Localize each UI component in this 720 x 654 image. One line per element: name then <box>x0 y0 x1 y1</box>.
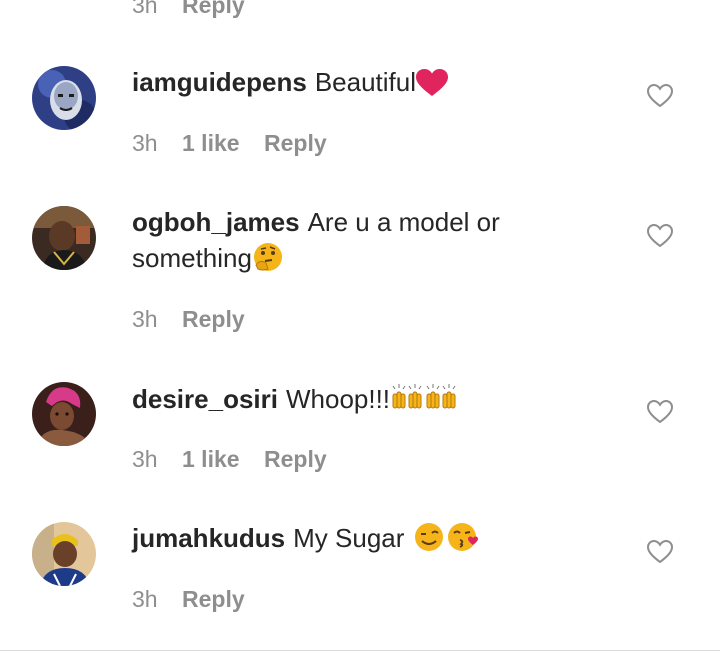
avatar[interactable] <box>32 206 96 270</box>
comment-text: jumahkudus My Sugar <box>132 520 552 562</box>
comment-body: Beautiful <box>314 67 417 97</box>
previous-comment-meta: 3h Reply <box>132 0 245 19</box>
winking-face-icon <box>412 521 446 562</box>
comment-username[interactable]: iamguidepens <box>132 67 307 97</box>
comment-body: My Sugar <box>293 523 412 553</box>
avatar[interactable] <box>32 66 96 130</box>
raising-hands-icon <box>390 380 424 423</box>
comment-text: ogboh_james Are u a model or something <box>132 204 552 282</box>
raising-hands-icon <box>424 380 458 423</box>
divider <box>0 650 720 651</box>
comment-body: Whoop!!! <box>285 384 391 414</box>
comment-username[interactable]: desire_osiri <box>132 384 278 414</box>
like-heart-icon[interactable] <box>646 83 674 108</box>
thinking-face-icon <box>252 241 284 282</box>
reply-button[interactable]: Reply <box>182 0 245 18</box>
like-heart-icon[interactable] <box>646 539 674 564</box>
comment-time: 3h <box>132 446 158 472</box>
heart-emoji-icon <box>416 69 449 106</box>
reply-button[interactable]: Reply <box>264 130 327 157</box>
like-heart-icon[interactable] <box>646 223 674 248</box>
comment-text: desire_osiri Whoop!!! <box>132 380 552 423</box>
like-count[interactable]: 1 like <box>182 130 264 157</box>
comment-text: iamguidepens Beautiful <box>132 64 552 106</box>
comment-meta: 3h 1 like Reply <box>132 446 327 473</box>
comment-username[interactable]: jumahkudus <box>132 523 285 553</box>
comment-time: 3h <box>132 130 158 156</box>
like-count[interactable]: 1 like <box>182 446 264 473</box>
comment-time: 3h <box>132 0 158 18</box>
reply-button[interactable]: Reply <box>182 306 245 333</box>
avatar[interactable] <box>32 522 96 586</box>
reply-button[interactable]: Reply <box>264 446 327 473</box>
comment-time: 3h <box>132 306 158 332</box>
comment-meta: 3h Reply <box>132 306 245 333</box>
comment-time: 3h <box>132 586 158 612</box>
kissing-face-icon <box>446 521 482 562</box>
reply-button[interactable]: Reply <box>182 586 245 613</box>
like-heart-icon[interactable] <box>646 399 674 424</box>
comment-meta: 3h Reply <box>132 586 245 613</box>
avatar[interactable] <box>32 382 96 446</box>
comment-username[interactable]: ogboh_james <box>132 207 300 237</box>
comment-meta: 3h 1 like Reply <box>132 130 327 157</box>
